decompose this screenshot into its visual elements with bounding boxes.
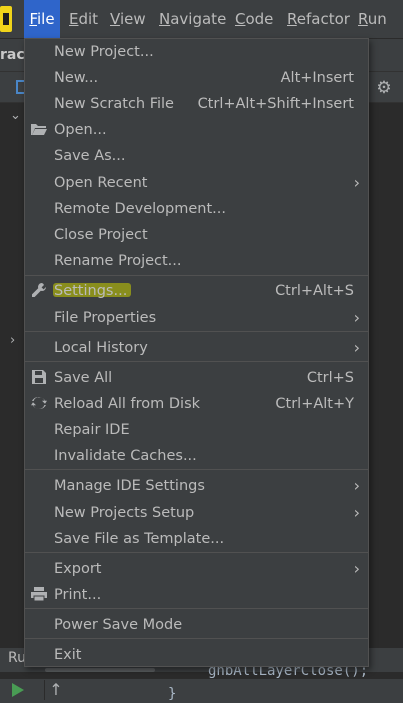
save-icon bbox=[30, 369, 48, 387]
menu-item-label: Export bbox=[54, 561, 102, 577]
chevron-right-icon: › bbox=[353, 173, 360, 192]
menu-item-close-project[interactable]: Close Project bbox=[25, 222, 368, 248]
chevron-right-icon: › bbox=[353, 503, 360, 522]
menu-separator bbox=[25, 608, 368, 609]
chevron-right-icon: › bbox=[353, 308, 360, 327]
menu-item-shortcut: Ctrl+S bbox=[306, 370, 354, 386]
file-menu-dropdown: New Project... New... Alt+Insert New Scr… bbox=[24, 38, 369, 667]
menu-navigate[interactable]: Navigate bbox=[159, 0, 226, 38]
menu-item-label: Exit bbox=[54, 647, 82, 663]
menu-item-label: Local History bbox=[54, 340, 148, 356]
menu-item-label: Open Recent bbox=[54, 175, 148, 191]
wrench-icon bbox=[30, 282, 48, 300]
menu-item-export[interactable]: Export › bbox=[25, 556, 368, 582]
menu-item-label: Save All bbox=[54, 370, 113, 386]
menu-item-new-scratch-file[interactable]: New Scratch File Ctrl+Alt+Shift+Insert bbox=[25, 91, 368, 117]
main-menubar: File Edit View Navigate Code Refactor Ru… bbox=[0, 0, 403, 39]
menu-item-reload-all[interactable]: Reload All from Disk Ctrl+Alt+Y bbox=[25, 391, 368, 417]
menu-item-save-all[interactable]: Save All Ctrl+S bbox=[25, 365, 368, 391]
menu-separator bbox=[25, 331, 368, 332]
folder-icon bbox=[30, 121, 48, 139]
menu-item-label: New Projects Setup bbox=[54, 505, 195, 521]
menu-item-repair-ide[interactable]: Repair IDE bbox=[25, 417, 368, 443]
chevron-right-icon: › bbox=[353, 476, 360, 495]
menu-item-save-as[interactable]: Save As... bbox=[25, 143, 368, 169]
menu-item-open-recent[interactable]: Open Recent › bbox=[25, 170, 368, 196]
menu-item-exit[interactable]: Exit bbox=[25, 642, 368, 668]
menu-item-save-file-as-template[interactable]: Save File as Template... bbox=[25, 526, 368, 552]
menu-item-local-history[interactable]: Local History › bbox=[25, 335, 368, 361]
chevron-right-icon: › bbox=[353, 338, 360, 357]
menu-item-label: Remote Development... bbox=[54, 201, 226, 217]
menu-item-rename-project[interactable]: Rename Project... bbox=[25, 248, 368, 274]
menu-item-label: Power Save Mode bbox=[54, 617, 183, 633]
reload-icon bbox=[30, 395, 48, 413]
menu-item-label: Save As... bbox=[54, 148, 126, 164]
chevron-down-icon[interactable]: ⌄ bbox=[10, 108, 21, 123]
menu-item-label: New Scratch File bbox=[54, 96, 174, 112]
menu-item-power-save-mode[interactable]: Power Save Mode bbox=[25, 612, 368, 638]
menu-item-remote-development[interactable]: Remote Development... bbox=[25, 196, 368, 222]
menu-item-label: Save File as Template... bbox=[54, 531, 225, 547]
menu-view[interactable]: View bbox=[110, 0, 146, 38]
menu-item-label: Reload All from Disk bbox=[54, 396, 201, 412]
menu-item-print[interactable]: Print... bbox=[25, 582, 368, 608]
menu-item-shortcut: Ctrl+Alt+Y bbox=[275, 396, 354, 412]
menu-code[interactable]: Code bbox=[235, 0, 273, 38]
printer-icon bbox=[30, 586, 48, 604]
menu-item-file-properties[interactable]: File Properties › bbox=[25, 305, 368, 331]
menu-item-label: New Project... bbox=[54, 44, 154, 60]
menu-item-invalidate-caches[interactable]: Invalidate Caches... bbox=[25, 443, 368, 469]
horizontal-scrollbar[interactable] bbox=[45, 668, 155, 672]
menu-item-label: Print... bbox=[54, 587, 102, 603]
menu-edit[interactable]: Edit bbox=[69, 0, 98, 38]
menu-item-label: Settings... bbox=[54, 283, 128, 299]
gear-icon[interactable]: ⚙ bbox=[375, 79, 393, 97]
code-brace: } bbox=[168, 686, 177, 702]
arrow-up-icon[interactable]: ↑ bbox=[44, 680, 67, 700]
menu-item-new-projects-setup[interactable]: New Projects Setup › bbox=[25, 500, 368, 526]
menu-separator bbox=[25, 469, 368, 470]
menu-item-new-project[interactable]: New Project... bbox=[25, 39, 368, 65]
menu-item-settings[interactable]: Settings... Ctrl+Alt+S bbox=[25, 278, 368, 304]
menu-item-new[interactable]: New... Alt+Insert bbox=[25, 65, 368, 91]
menu-item-label: Invalidate Caches... bbox=[54, 448, 197, 464]
menu-separator bbox=[25, 552, 368, 553]
menu-item-shortcut: Alt+Insert bbox=[280, 70, 354, 86]
menu-item-shortcut: Ctrl+Alt+Shift+Insert bbox=[197, 96, 354, 112]
menu-item-label: Open... bbox=[54, 122, 107, 138]
menu-item-open[interactable]: Open... bbox=[25, 117, 368, 143]
run-icon[interactable] bbox=[12, 683, 24, 697]
menu-item-label: New... bbox=[54, 70, 99, 86]
menu-item-label: Repair IDE bbox=[54, 422, 130, 438]
panel-icon[interactable] bbox=[16, 80, 24, 94]
menu-item-manage-ide-settings[interactable]: Manage IDE Settings › bbox=[25, 473, 368, 499]
menu-run[interactable]: Run bbox=[358, 0, 387, 38]
menu-item-label: Rename Project... bbox=[54, 253, 182, 269]
menu-file[interactable]: File bbox=[24, 0, 60, 38]
project-name[interactable]: rac bbox=[0, 39, 25, 71]
menu-item-label: File Properties bbox=[54, 310, 157, 326]
menu-item-label: Close Project bbox=[54, 227, 148, 243]
chevron-right-icon[interactable]: › bbox=[10, 333, 15, 348]
menu-item-shortcut: Ctrl+Alt+S bbox=[275, 283, 354, 299]
menu-refactor[interactable]: Refactor bbox=[287, 0, 350, 38]
menu-separator bbox=[25, 361, 368, 362]
menu-separator bbox=[25, 275, 368, 276]
menu-item-label: Manage IDE Settings bbox=[54, 478, 205, 494]
app-logo-icon bbox=[0, 6, 12, 32]
menu-separator bbox=[25, 638, 368, 639]
chevron-right-icon: › bbox=[353, 559, 360, 578]
